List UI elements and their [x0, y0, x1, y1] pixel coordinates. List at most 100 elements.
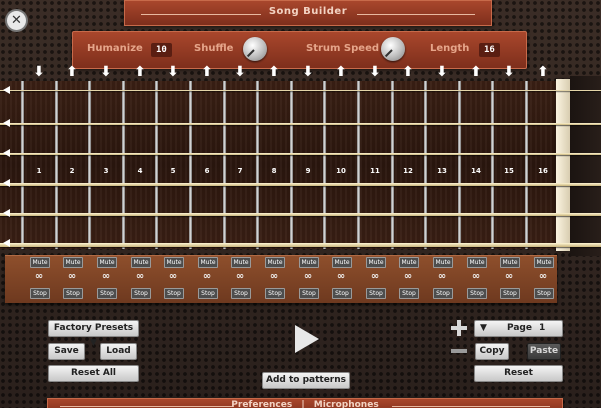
string-select-arrow-icon[interactable] [3, 119, 10, 127]
mute-button[interactable]: Mute [467, 257, 487, 268]
stop-button[interactable]: Stop [500, 288, 520, 299]
strum-up-arrow-icon[interactable]: ⬆ [470, 64, 482, 80]
strum-up-arrow-icon[interactable]: ⬆ [402, 64, 414, 80]
mute-button[interactable]: Mute [131, 257, 151, 268]
stop-button[interactable]: Stop [332, 288, 352, 299]
minus-icon[interactable] [451, 349, 467, 353]
mute-button[interactable]: Mute [164, 257, 184, 268]
mute-button[interactable]: Mute [299, 257, 319, 268]
strum-down-arrow-icon[interactable]: ⬇ [234, 64, 246, 80]
play-icon[interactable] [295, 325, 319, 353]
link-icon[interactable]: ∞ [97, 272, 115, 282]
reset-button[interactable]: Reset [474, 365, 563, 382]
load-button[interactable]: Load [100, 343, 137, 360]
stop-button[interactable]: Stop [433, 288, 453, 299]
stop-button[interactable]: Stop [30, 288, 50, 299]
microphones-link[interactable]: Microphones [314, 400, 379, 408]
factory-presets-dropdown[interactable]: Factory Presets ▼ [48, 320, 139, 348]
strum-down-arrow-icon[interactable]: ⬇ [302, 64, 314, 80]
page-selector[interactable]: ▼ Page 1 [474, 320, 563, 337]
stop-button[interactable]: Stop [399, 288, 419, 299]
mute-button[interactable]: Mute [30, 257, 50, 268]
strum-down-arrow-icon[interactable]: ⬇ [100, 64, 112, 80]
link-icon[interactable]: ∞ [198, 272, 216, 282]
stop-button[interactable]: Stop [131, 288, 151, 299]
strum-down-arrow-icon[interactable]: ⬇ [369, 64, 381, 80]
guitar-string [0, 243, 601, 247]
link-icon[interactable]: ∞ [30, 272, 48, 282]
strum-down-arrow-icon[interactable]: ⬇ [436, 64, 448, 80]
footer-separator: | [301, 400, 305, 408]
page-title: Song Builder [268, 6, 348, 17]
strum-up-arrow-icon[interactable]: ⬆ [201, 64, 213, 80]
link-icon[interactable]: ∞ [467, 272, 485, 282]
link-icon[interactable]: ∞ [131, 272, 149, 282]
length-value-field[interactable]: 16 [479, 43, 500, 57]
mute-button[interactable]: Mute [63, 257, 83, 268]
stop-button[interactable]: Stop [366, 288, 386, 299]
link-icon[interactable]: ∞ [332, 272, 350, 282]
shuffle-knob[interactable] [243, 37, 267, 61]
plus-icon[interactable] [451, 320, 467, 336]
mute-button[interactable]: Mute [500, 257, 520, 268]
step-number: 8 [271, 167, 277, 175]
string-select-arrow-icon[interactable] [3, 239, 10, 247]
strum-up-arrow-icon[interactable]: ⬆ [335, 64, 347, 80]
strum-up-arrow-icon[interactable]: ⬆ [268, 64, 280, 80]
reset-all-button[interactable]: Reset All [48, 365, 139, 382]
stop-button[interactable]: Stop [63, 288, 83, 299]
link-icon[interactable]: ∞ [433, 272, 451, 282]
string-select-arrow-icon[interactable] [3, 209, 10, 217]
link-icon[interactable]: ∞ [366, 272, 384, 282]
strum-down-arrow-icon[interactable]: ⬇ [503, 64, 515, 80]
link-icon[interactable]: ∞ [63, 272, 81, 282]
strum-down-arrow-icon[interactable]: ⬇ [167, 64, 179, 80]
mute-button[interactable]: Mute [433, 257, 453, 268]
paste-button[interactable]: Paste [527, 343, 561, 360]
bottom-bar: Preferences | Microphones [47, 398, 563, 408]
strum-down-arrow-icon[interactable]: ⬇ [33, 64, 45, 80]
close-icon[interactable]: ✕ [7, 11, 26, 30]
stop-button[interactable]: Stop [467, 288, 487, 299]
stop-button[interactable]: Stop [299, 288, 319, 299]
string-select-arrow-icon[interactable] [3, 179, 10, 187]
link-icon[interactable]: ∞ [399, 272, 417, 282]
link-icon[interactable]: ∞ [299, 272, 317, 282]
stop-button[interactable]: Stop [164, 288, 184, 299]
guitar-string [0, 123, 601, 125]
link-icon[interactable]: ∞ [265, 272, 283, 282]
strum-speed-knob[interactable] [381, 37, 405, 61]
link-icon[interactable]: ∞ [164, 272, 182, 282]
humanize-value-field[interactable]: 10 [151, 43, 172, 57]
mute-button[interactable]: Mute [332, 257, 352, 268]
link-icon[interactable]: ∞ [500, 272, 518, 282]
mute-button[interactable]: Mute [265, 257, 285, 268]
string-select-arrow-icon[interactable] [3, 149, 10, 157]
mute-button[interactable]: Mute [97, 257, 117, 268]
strum-up-arrow-icon[interactable]: ⬆ [537, 64, 549, 80]
mute-button[interactable]: Mute [534, 257, 554, 268]
mute-button[interactable]: Mute [231, 257, 251, 268]
stop-button[interactable]: Stop [97, 288, 117, 299]
guitar-headstock [570, 76, 601, 256]
guitar-nut [556, 79, 570, 251]
copy-button[interactable]: Copy [475, 343, 509, 360]
stop-button[interactable]: Stop [198, 288, 218, 299]
stop-button[interactable]: Stop [231, 288, 251, 299]
string-select-arrow-icon[interactable] [3, 86, 10, 94]
strum-up-arrow-icon[interactable]: ⬆ [134, 64, 146, 80]
mute-button[interactable]: Mute [366, 257, 386, 268]
save-button[interactable]: Save [48, 343, 85, 360]
shuffle-label: Shuffle [194, 43, 234, 54]
add-to-patterns-button[interactable]: Add to patterns [262, 372, 350, 389]
mute-button[interactable]: Mute [198, 257, 218, 268]
chevron-down-icon: ▼ [90, 338, 97, 348]
mute-button[interactable]: Mute [399, 257, 419, 268]
stop-button[interactable]: Stop [534, 288, 554, 299]
stop-button[interactable]: Stop [265, 288, 285, 299]
preferences-link[interactable]: Preferences [231, 400, 292, 408]
strum-speed-label: Strum Speed [306, 43, 380, 54]
link-icon[interactable]: ∞ [534, 272, 552, 282]
strum-up-arrow-icon[interactable]: ⬆ [66, 64, 78, 80]
link-icon[interactable]: ∞ [231, 272, 249, 282]
